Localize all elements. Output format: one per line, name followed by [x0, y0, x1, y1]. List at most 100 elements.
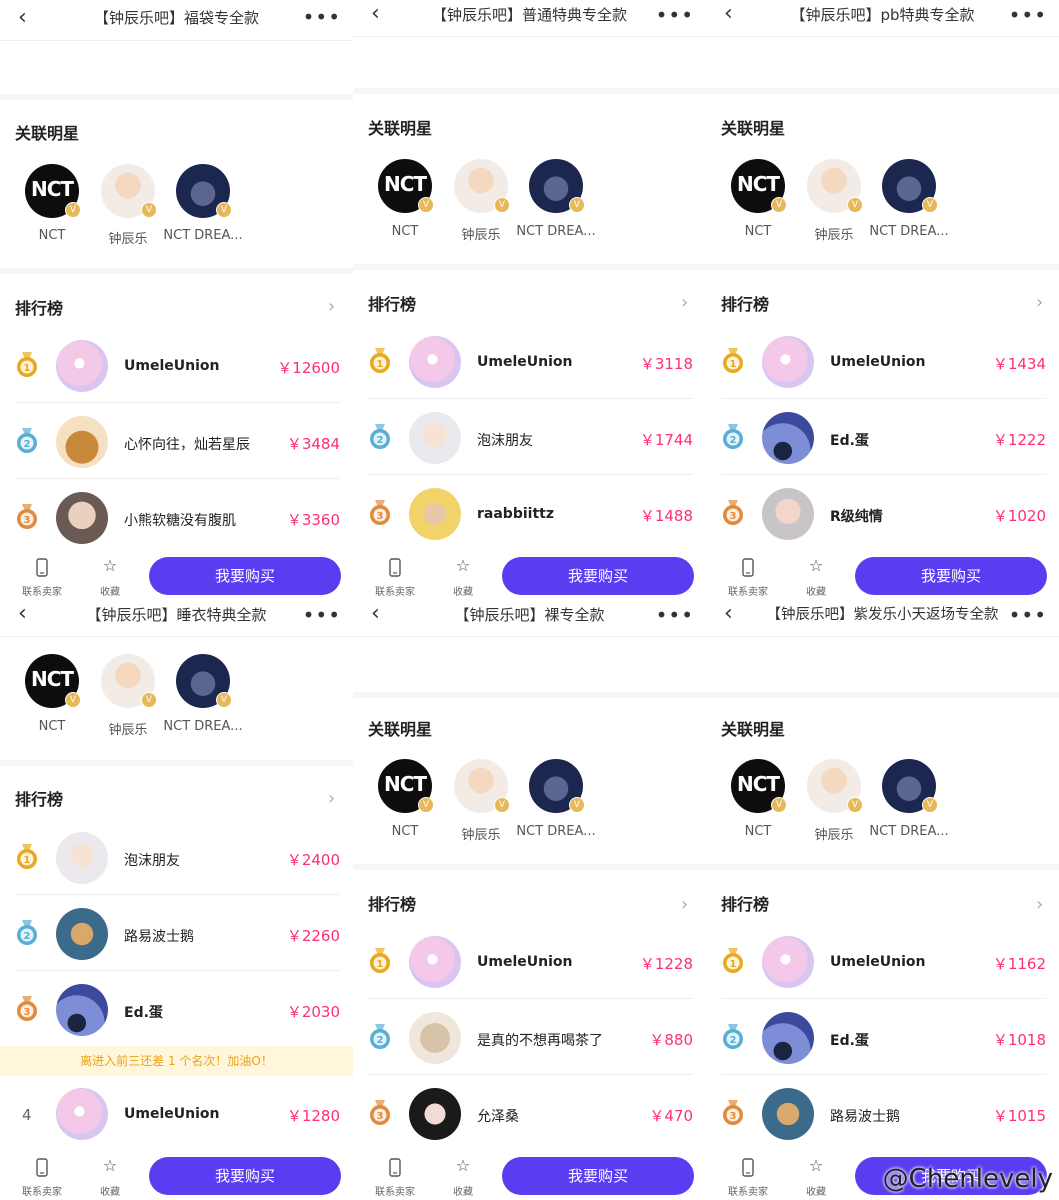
buy-button[interactable]: 我要购买 [502, 557, 694, 595]
favorite-label[interactable]: 收藏 [794, 1183, 838, 1198]
star-nct[interactable]: NCT V [378, 159, 434, 213]
rank-row[interactable]: 2 路易波士鹅 ￥2260 [0, 904, 353, 964]
chevron-right-icon[interactable]: › [328, 788, 335, 809]
back-icon[interactable]: ‹ [18, 4, 30, 32]
buy-button[interactable]: 我要购买 [149, 557, 341, 595]
contact-seller-label[interactable]: 联系卖家 [726, 583, 770, 598]
ranking-section-title: 排行榜 [368, 895, 417, 914]
buy-button[interactable]: 我要购买 [149, 1157, 341, 1195]
rank-row[interactable]: 1 UmeleUnion ￥1162 [706, 932, 1059, 992]
chevron-right-icon[interactable]: › [1036, 894, 1043, 915]
buy-button[interactable]: 我要购买 [502, 1157, 694, 1195]
star-dream[interactable]: V [882, 759, 938, 813]
divider [353, 692, 706, 698]
star-label: 钟辰乐 [108, 723, 148, 738]
contact-seller-label[interactable]: 联系卖家 [726, 1183, 770, 1198]
chevron-right-icon[interactable]: › [328, 296, 335, 317]
star-nct[interactable]: NCT V [25, 654, 81, 708]
verified-icon: V [141, 692, 157, 708]
favorite-label[interactable]: 收藏 [88, 1183, 132, 1198]
star-nct[interactable]: NCT V [25, 164, 81, 218]
chevron-right-icon[interactable]: › [681, 894, 688, 915]
chevron-right-icon[interactable]: › [681, 292, 688, 313]
panel-purple-hair: ‹ 【钟辰乐吧】紫发乐小天返场专全款 ••• 关联明星 NCT V NCT V … [706, 600, 1059, 1200]
star-icon[interactable]: ☆ [95, 1156, 125, 1175]
rank-row[interactable]: 1 UmeleUnion ￥3118 [353, 332, 706, 392]
rank-row[interactable]: 2 是真的不想再喝茶了 ￥880 [353, 1008, 706, 1068]
rank-row[interactable]: 3 Ed.蛋 ￥2030 [0, 980, 353, 1040]
star-chenle[interactable]: V [454, 159, 510, 213]
svg-text:1: 1 [377, 959, 384, 970]
bottom-bar: 联系卖家 ☆ 收藏 我要购买 [353, 552, 706, 600]
phone-icon[interactable] [733, 1158, 763, 1178]
star-dream[interactable]: V [529, 759, 585, 813]
star-nct[interactable]: NCT V [378, 759, 434, 813]
more-icon[interactable]: ••• [303, 600, 341, 638]
rank-row[interactable]: 2 Ed.蛋 ￥1222 [706, 408, 1059, 468]
phone-icon[interactable] [380, 1158, 410, 1178]
phone-icon[interactable] [733, 558, 763, 578]
contact-seller-label[interactable]: 联系卖家 [20, 583, 64, 598]
star-dream[interactable]: V [176, 164, 232, 218]
star-nct[interactable]: NCT V [731, 759, 787, 813]
rank-row[interactable]: 1 UmeleUnion ￥1434 [706, 332, 1059, 392]
more-icon[interactable]: ••• [1009, 600, 1047, 638]
star-chenle[interactable]: V [807, 159, 863, 213]
star-icon[interactable]: ☆ [448, 556, 478, 575]
star-chenle[interactable]: V [807, 759, 863, 813]
rank-row[interactable]: 1 UmeleUnion ￥1228 [353, 932, 706, 992]
favorite-label[interactable]: 收藏 [88, 583, 132, 598]
more-icon[interactable]: ••• [1009, 0, 1047, 38]
divider [721, 998, 1046, 999]
star-chenle[interactable]: V [101, 654, 157, 708]
favorite-label[interactable]: 收藏 [441, 583, 485, 598]
star-icon[interactable]: ☆ [95, 556, 125, 575]
star-chenle[interactable]: V [454, 759, 510, 813]
star-icon[interactable]: ☆ [448, 1156, 478, 1175]
phone-icon[interactable] [27, 1158, 57, 1178]
medal-bronze-icon: 3 [16, 504, 38, 530]
back-icon[interactable]: ‹ [371, 600, 383, 628]
star-dream[interactable]: V [882, 159, 938, 213]
rank-amount: ￥3360 [286, 511, 340, 529]
bottom-bar: 联系卖家 ☆ 收藏 我要购买 [0, 1152, 353, 1200]
header: ‹ 【钟辰乐吧】pb特典专全款 ••• [706, 0, 1059, 37]
star-dream[interactable]: V [176, 654, 232, 708]
contact-seller-label[interactable]: 联系卖家 [20, 1183, 64, 1198]
svg-text:3: 3 [24, 515, 31, 526]
rank-row[interactable]: 3 允泽桑 ￥470 [353, 1084, 706, 1144]
favorite-label[interactable]: 收藏 [794, 583, 838, 598]
rank-row[interactable]: 2 心怀向往，灿若星辰 ￥3484 [0, 412, 353, 472]
rank-row[interactable]: 3 路易波士鹅 ￥1015 [706, 1084, 1059, 1144]
divider [0, 94, 353, 100]
rank-row[interactable]: 2 Ed.蛋 ￥1018 [706, 1008, 1059, 1068]
back-icon[interactable]: ‹ [724, 0, 736, 28]
divider [15, 478, 340, 479]
rank-row-self[interactable]: 4 UmeleUnion ￥1280 [0, 1084, 353, 1144]
star-nct[interactable]: NCT V [731, 159, 787, 213]
back-icon[interactable]: ‹ [371, 0, 383, 28]
phone-icon[interactable] [27, 558, 57, 578]
rank-row[interactable]: 2 泡沫朋友 ￥1744 [353, 408, 706, 468]
contact-seller-label[interactable]: 联系卖家 [373, 1183, 417, 1198]
rank-row[interactable]: 3 小熊软糖没有腹肌 ￥3360 [0, 488, 353, 548]
back-icon[interactable]: ‹ [18, 600, 30, 628]
more-icon[interactable]: ••• [656, 0, 694, 38]
buy-button[interactable]: 我要购买 [855, 557, 1047, 595]
chevron-right-icon[interactable]: › [1036, 292, 1043, 313]
rank-row[interactable]: 3 R级纯情 ￥1020 [706, 484, 1059, 544]
favorite-label[interactable]: 收藏 [441, 1183, 485, 1198]
rank-row[interactable]: 1 泡沫朋友 ￥2400 [0, 828, 353, 888]
rank-row[interactable]: 3 raabbiittz ￥1488 [353, 484, 706, 544]
phone-icon[interactable] [380, 558, 410, 578]
svg-text:3: 3 [24, 1007, 31, 1018]
more-icon[interactable]: ••• [303, 0, 341, 38]
back-icon[interactable]: ‹ [724, 600, 736, 628]
star-dream[interactable]: V [529, 159, 585, 213]
more-icon[interactable]: ••• [656, 600, 694, 638]
contact-seller-label[interactable]: 联系卖家 [373, 583, 417, 598]
star-chenle[interactable]: V [101, 164, 157, 218]
star-icon[interactable]: ☆ [801, 556, 831, 575]
star-icon[interactable]: ☆ [801, 1156, 831, 1175]
rank-row[interactable]: 1 UmeleUnion ￥12600 [0, 336, 353, 396]
